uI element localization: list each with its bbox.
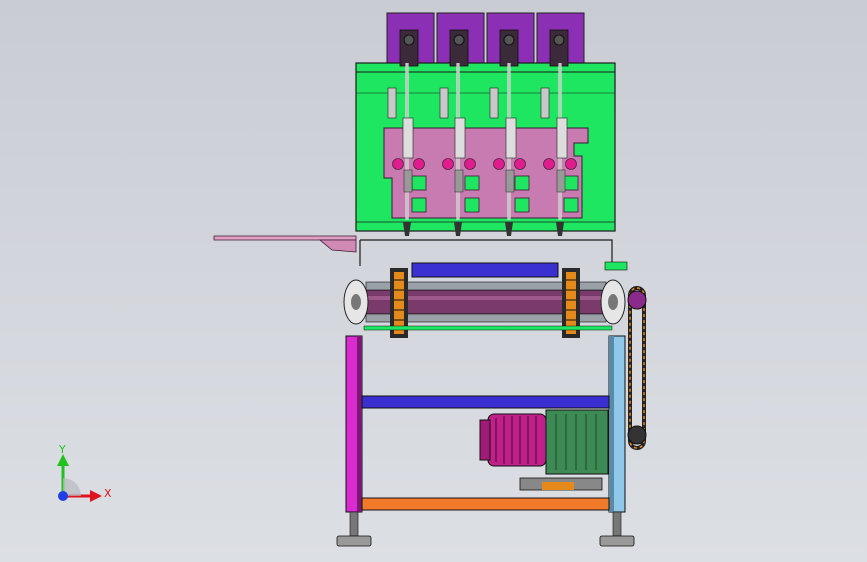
outfeed-tray xyxy=(213,235,357,253)
orange-cross-beam xyxy=(361,497,610,511)
lower-rail xyxy=(363,325,613,331)
plate-window-3 xyxy=(464,175,480,191)
plate-window-7 xyxy=(563,175,579,191)
plate-window-2 xyxy=(411,197,427,213)
y-axis-label: Y xyxy=(58,443,66,456)
outfeed-tray-plate xyxy=(213,235,357,241)
cad-viewport[interactable]: Y X xyxy=(0,0,867,562)
plate-window-5 xyxy=(514,175,530,191)
leveling-feet xyxy=(336,511,635,547)
roller-assembly xyxy=(343,268,626,338)
blue-guide-bar xyxy=(411,262,559,278)
plate-window-8 xyxy=(563,197,579,213)
coordinate-triad: Y X xyxy=(57,443,112,502)
motor-body xyxy=(487,413,547,467)
bottom-sprocket xyxy=(627,425,647,445)
left-foot-stem xyxy=(349,511,359,537)
green-clip-right xyxy=(604,261,628,271)
x-axis-label: X xyxy=(104,487,112,500)
blue-cross-beam xyxy=(361,395,610,409)
outfeed-tray-bracket xyxy=(318,239,357,253)
left-foot-pad xyxy=(336,535,372,547)
plate-window-4 xyxy=(464,197,480,213)
motor-end-cap xyxy=(479,419,491,461)
motor-assembly xyxy=(479,409,609,491)
z-axis-dot xyxy=(58,491,68,501)
drive-chain xyxy=(627,286,647,450)
right-foot-pad xyxy=(599,535,635,547)
gearbox xyxy=(545,409,609,475)
plate-window-6 xyxy=(514,197,530,213)
top-sprocket xyxy=(627,290,647,310)
right-foot-stem xyxy=(612,511,622,537)
plate-window-1 xyxy=(411,175,427,191)
